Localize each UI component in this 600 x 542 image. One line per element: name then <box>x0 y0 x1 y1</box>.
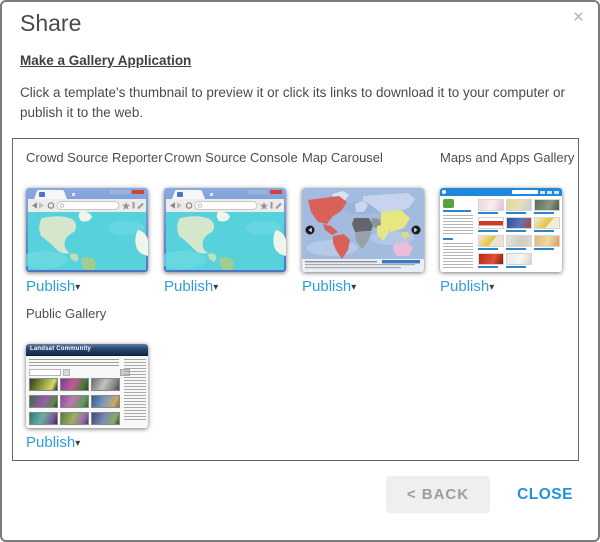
publish-row: Publish▾ <box>26 278 164 295</box>
publish-link[interactable]: Publish <box>26 434 75 451</box>
template-thumbnail-crowd-source-reporter[interactable] <box>26 188 148 272</box>
browser-map-preview-art <box>26 188 148 272</box>
publish-row: Publish▾ <box>302 278 440 295</box>
landsat-banner: Landsat Community <box>26 344 148 356</box>
publish-row: Publish▾ <box>440 278 578 295</box>
publish-link[interactable]: Publish <box>302 278 351 295</box>
close-button[interactable]: CLOSE <box>517 486 573 504</box>
template-name: Maps and Apps Gallery <box>440 149 578 185</box>
publish-row: Publish▾ <box>26 434 164 451</box>
publish-row: Publish▾ <box>164 278 302 295</box>
templates-panel: Crowd Source Reporter <box>12 138 579 461</box>
share-dialog: Share × Make a Gallery Application Click… <box>0 0 600 542</box>
publish-link[interactable]: Publish <box>440 278 489 295</box>
template-name: Crown Source Console <box>164 149 302 185</box>
template-card-crown-source-console: Crown Source Console <box>164 149 302 295</box>
publish-link[interactable]: Publish <box>164 278 213 295</box>
caret-down-icon[interactable]: ▾ <box>489 282 494 293</box>
template-card-map-carousel: Map Carousel <box>302 149 440 295</box>
gallery-page-body-art <box>440 196 562 272</box>
template-thumbnail-crown-source-console[interactable] <box>164 188 286 272</box>
description-text: Click a template's thumbnail to preview … <box>20 83 580 122</box>
world-map-carousel-art <box>302 188 424 272</box>
caret-down-icon[interactable]: ▾ <box>75 282 80 293</box>
make-gallery-application-link[interactable]: Make a Gallery Application <box>20 53 191 68</box>
publish-link[interactable]: Publish <box>26 278 75 295</box>
close-icon[interactable]: × <box>573 8 584 27</box>
template-card-crowd-source-reporter: Crowd Source Reporter <box>26 149 164 295</box>
back-button[interactable]: < BACK <box>386 476 490 513</box>
template-name: Map Carousel <box>302 149 440 185</box>
caret-down-icon[interactable]: ▾ <box>75 438 80 449</box>
template-card-public-gallery: Public Gallery Landsat Community <box>26 305 164 451</box>
browser-map-preview-art <box>164 188 286 272</box>
template-thumbnail-maps-and-apps-gallery[interactable] <box>440 188 562 272</box>
template-name: Public Gallery <box>26 305 164 341</box>
caret-down-icon[interactable]: ▾ <box>351 282 356 293</box>
caret-down-icon[interactable]: ▾ <box>213 282 218 293</box>
dialog-footer: < BACK CLOSE <box>386 476 573 513</box>
page-title: Share <box>20 10 598 37</box>
landsat-page-body-art <box>26 356 148 427</box>
template-thumbnail-public-gallery[interactable]: Landsat Community <box>26 344 148 428</box>
template-name: Crowd Source Reporter <box>26 149 164 185</box>
gallery-page-header-art <box>440 188 562 196</box>
template-thumbnail-map-carousel[interactable] <box>302 188 424 272</box>
template-card-maps-and-apps-gallery: Maps and Apps Gallery <box>440 149 578 295</box>
